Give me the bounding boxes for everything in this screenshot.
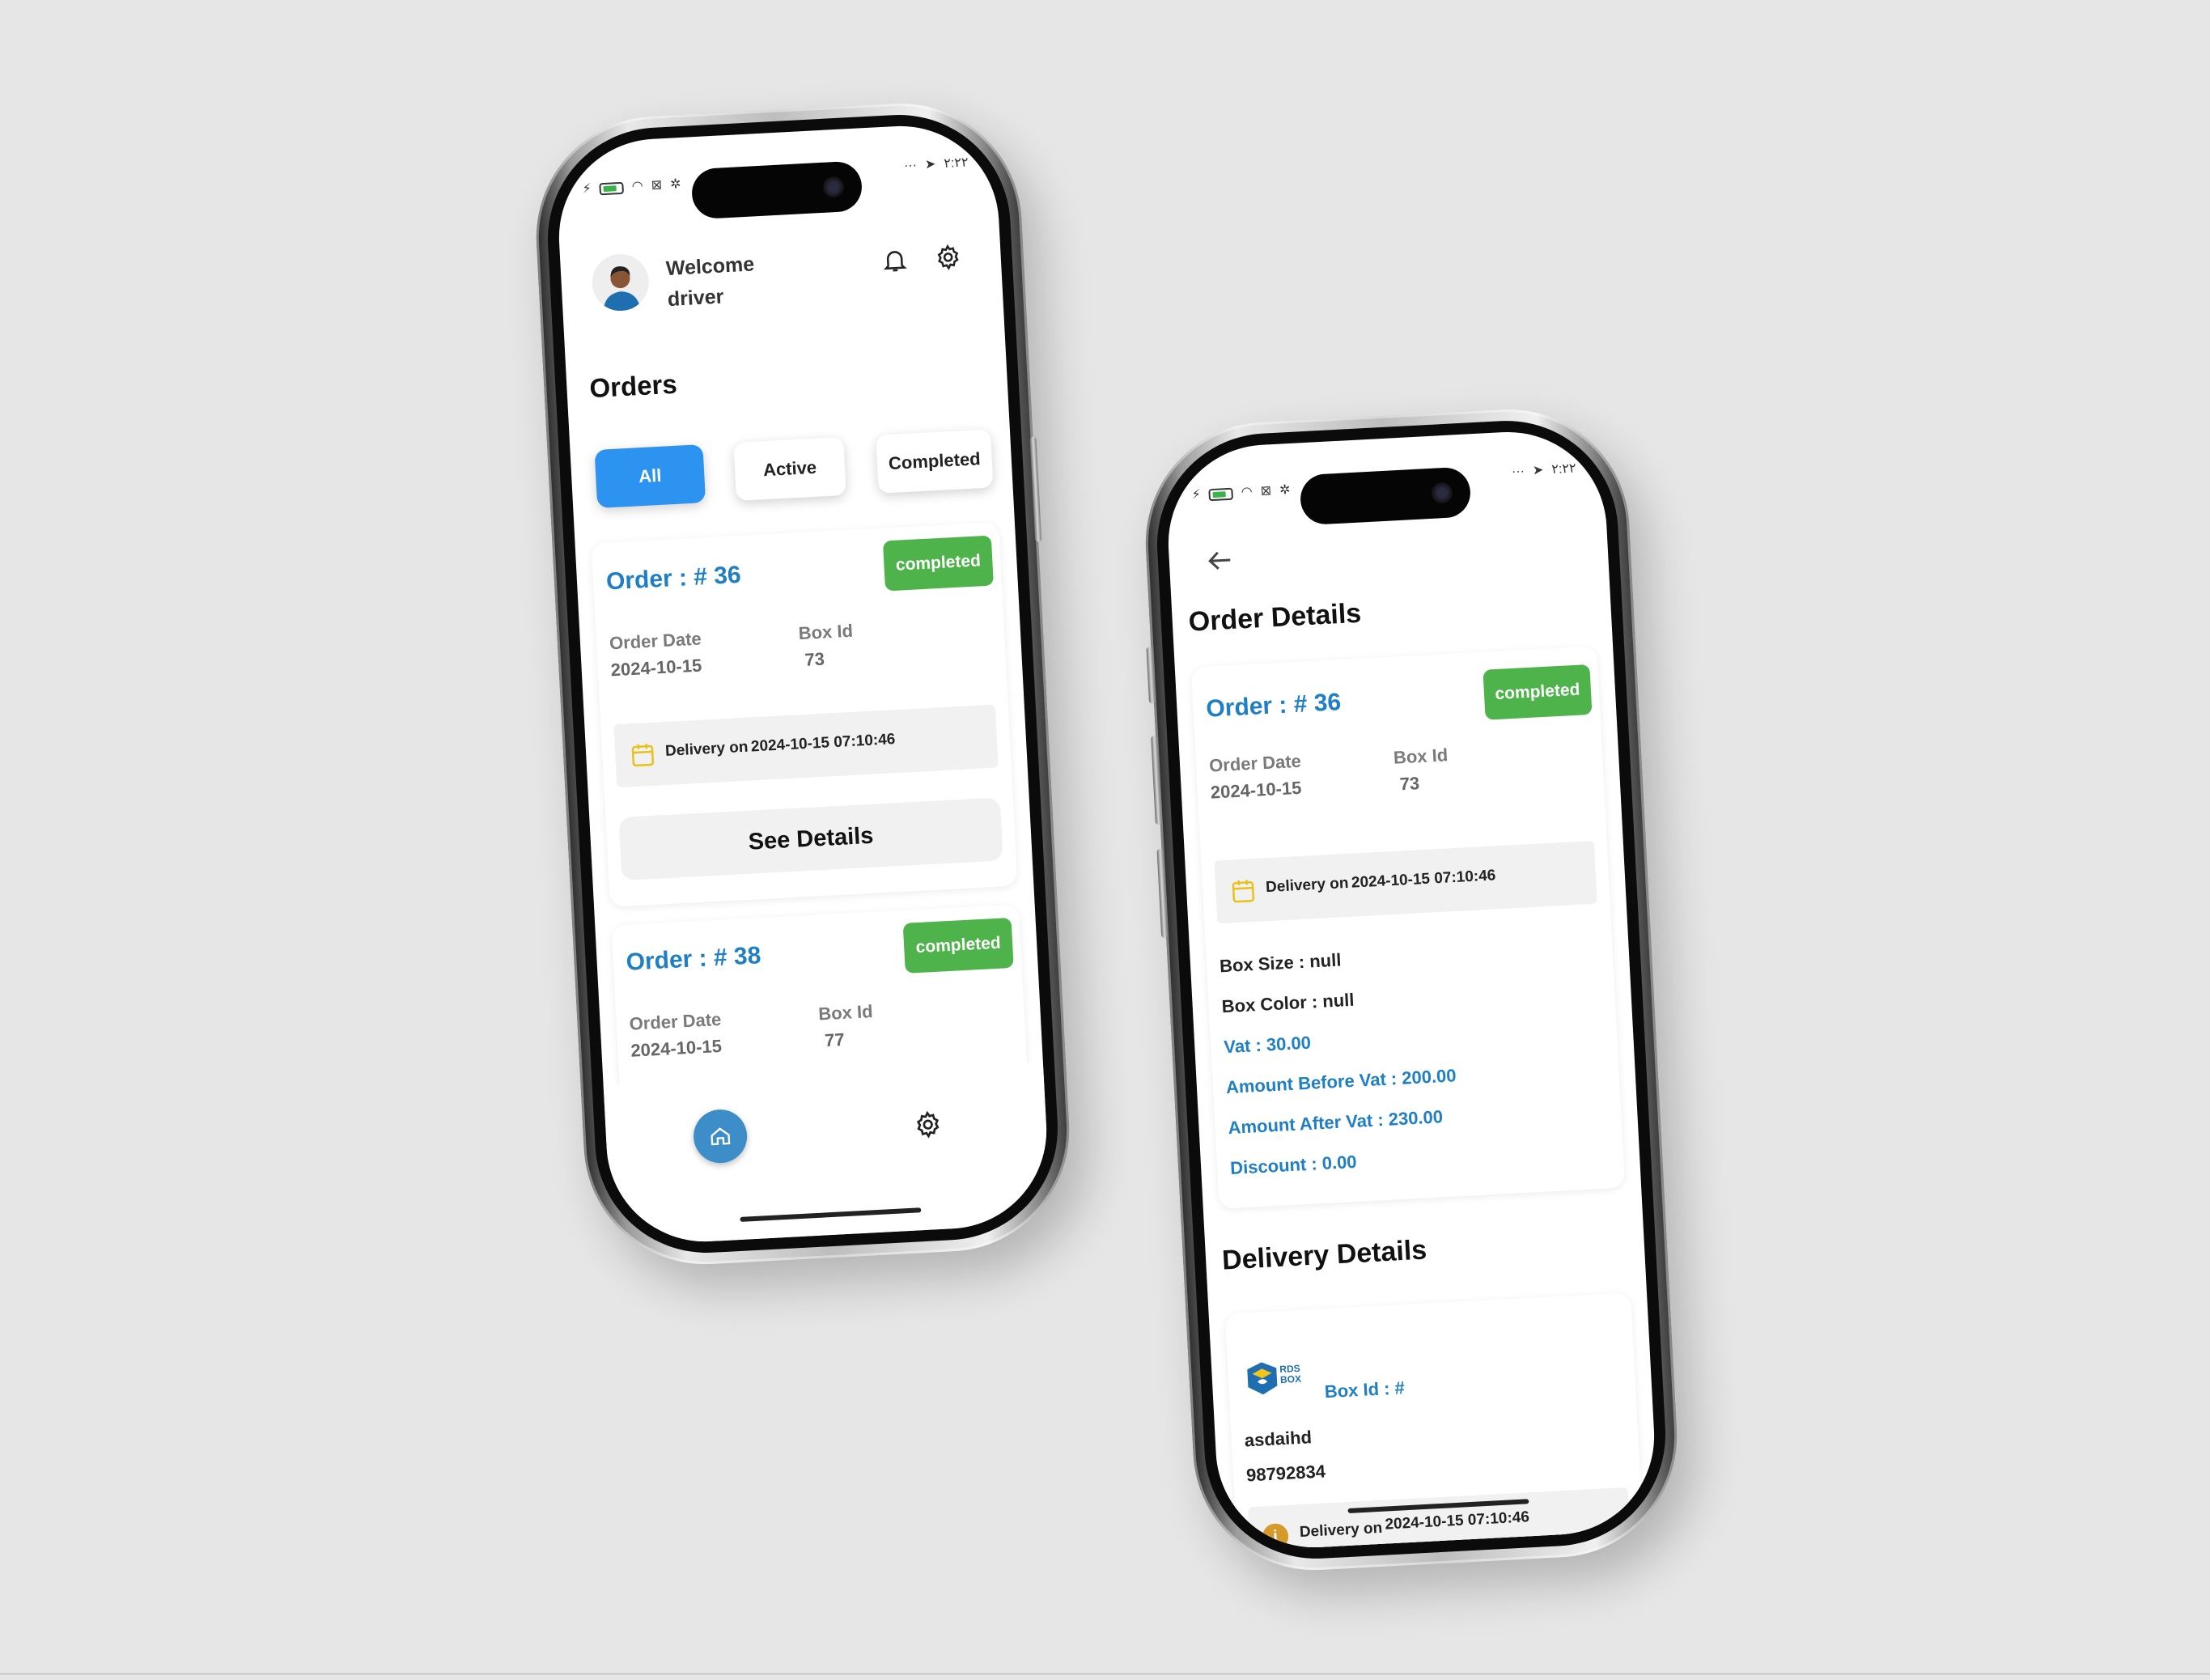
sim-off-icon: ⊠ [1260, 484, 1272, 498]
gear-icon[interactable] [934, 243, 963, 276]
brand-logo-text: RDS BOX [1279, 1362, 1302, 1386]
section-title: Delivery Details [1221, 1234, 1428, 1276]
status-badge: completed [1483, 664, 1593, 720]
info-icon: i [1262, 1522, 1289, 1551]
bell-icon[interactable] [880, 245, 910, 278]
order-date-label: Order Date [629, 1008, 722, 1034]
box-color: Box Color : null [1221, 989, 1355, 1017]
box-id-value: 73 [1399, 773, 1420, 795]
welcome-text: Welcome driver [665, 248, 757, 315]
see-details-button[interactable]: See Details [618, 797, 1003, 881]
box-id-label: Box Id [1393, 745, 1449, 768]
order-date-label: Order Date [609, 628, 702, 654]
status-badge: completed [882, 535, 994, 592]
order-details-screen: ⚡ ◠ ⊠ ✲ ··· ➤ ٢:٢٢ Order Details Order :… [1163, 426, 1660, 1553]
battery-icon [1208, 487, 1234, 501]
status-dots: ··· [903, 158, 918, 173]
settings-sync-icon: ✲ [669, 177, 681, 192]
bottom-nav [603, 1062, 1052, 1247]
delivery-label: Delivery on [664, 738, 749, 760]
delivery-value: 2024-10-15 07:10:46 [750, 731, 896, 756]
home-indicator [740, 1207, 922, 1222]
header: Welcome driver [590, 235, 973, 328]
box-id-label: Box Id [798, 620, 854, 644]
box-id-value: 77 [824, 1029, 846, 1051]
settings-sync-icon: ✲ [1279, 482, 1291, 498]
filter-tabs: All Active Completed [594, 429, 1003, 515]
delivery-label: Delivery on [1265, 874, 1349, 897]
order-number[interactable]: Order : # 36 [605, 562, 741, 596]
welcome-line: Welcome [665, 252, 755, 281]
orders-screen: ⚡ ◠ ⊠ ✲ ··· ➤ ٢:٢٢ Welcome driver Orders… [554, 121, 1052, 1247]
send-icon: ➤ [924, 157, 936, 172]
order-card[interactable]: Order : # 36 completed Order Date 2024-1… [591, 522, 1018, 907]
vat: Vat : 30.00 [1223, 1032, 1312, 1058]
box-id-value: 73 [804, 648, 825, 670]
phone-order-details: ⚡ ◠ ⊠ ✲ ··· ➤ ٢:٢٢ Order Details Order :… [1139, 403, 1683, 1576]
order-detail-card: Order : # 36 completed Order Date 2024-1… [1190, 646, 1626, 1209]
home-icon [711, 1127, 731, 1146]
order-number[interactable]: Order : # 38 [626, 942, 761, 977]
box-size: Box Size : null [1219, 949, 1342, 977]
delivery-value: 2024-10-15 07:10:46 [1351, 867, 1496, 892]
amount-before-vat: Amount Before Vat : 200.00 [1225, 1065, 1457, 1098]
page-title: Order Details [1187, 597, 1363, 638]
delivery-info: Delivery on 2024-10-15 07:10:46 [1214, 840, 1597, 924]
charging-icon: ⚡ [1191, 487, 1202, 503]
wifi-icon: ◠ [631, 179, 644, 194]
customer-name: asdaihd [1244, 1427, 1313, 1451]
status-time: ٢:٢٢ [943, 155, 969, 171]
amount-after-vat: Amount After Vat : 230.00 [1227, 1106, 1444, 1139]
charging-icon: ⚡ [582, 181, 592, 197]
username: driver [667, 285, 725, 312]
status-time: ٢:٢٢ [1550, 461, 1577, 477]
battery-icon [599, 181, 625, 195]
phone-orders: ⚡ ◠ ⊠ ✲ ··· ➤ ٢:٢٢ Welcome driver Orders… [530, 97, 1075, 1271]
box-id-link[interactable]: Box Id : # [1324, 1377, 1405, 1402]
delivery-value: 2024-10-15 07:10:46 [1385, 1508, 1530, 1534]
customer-phone: 98792834 [1245, 1461, 1326, 1486]
order-date-value: 2024-10-15 [630, 1035, 723, 1061]
status-dots: ··· [1511, 464, 1525, 479]
tab-active[interactable]: Active [733, 436, 846, 501]
order-number: Order : # 36 [1205, 689, 1342, 723]
dynamic-island [690, 160, 863, 220]
box-id-label: Box Id [817, 1001, 874, 1025]
order-date-label: Order Date [1208, 750, 1302, 776]
send-icon: ➤ [1532, 463, 1544, 478]
calendar-icon [631, 744, 655, 767]
delivery-info: Delivery on 2024-10-15 07:10:46 [613, 704, 999, 788]
avatar[interactable] [590, 252, 651, 312]
order-date-value: 2024-10-15 [610, 655, 702, 681]
calendar-icon [1232, 880, 1255, 903]
page-title: Orders [588, 368, 678, 404]
dynamic-island [1299, 466, 1472, 526]
scene-background [0, 0, 2210, 1675]
wifi-icon: ◠ [1241, 485, 1253, 500]
nav-settings-icon[interactable] [913, 1109, 944, 1140]
back-arrow-icon[interactable] [1203, 544, 1236, 578]
status-badge: completed [902, 917, 1014, 974]
discount: Discount : 0.00 [1229, 1151, 1358, 1178]
tab-completed[interactable]: Completed [876, 429, 994, 494]
delivery-detail-card: RDS BOX Box Id : # asdaihd 98792834 i De… [1224, 1292, 1645, 1553]
delivery-label: Delivery on [1299, 1519, 1383, 1542]
order-date-value: 2024-10-15 [1210, 777, 1302, 803]
nav-home-button[interactable] [692, 1108, 749, 1165]
tab-all[interactable]: All [594, 444, 706, 508]
brand-logo: RDS BOX [1244, 1356, 1311, 1400]
sim-off-icon: ⊠ [651, 178, 663, 193]
